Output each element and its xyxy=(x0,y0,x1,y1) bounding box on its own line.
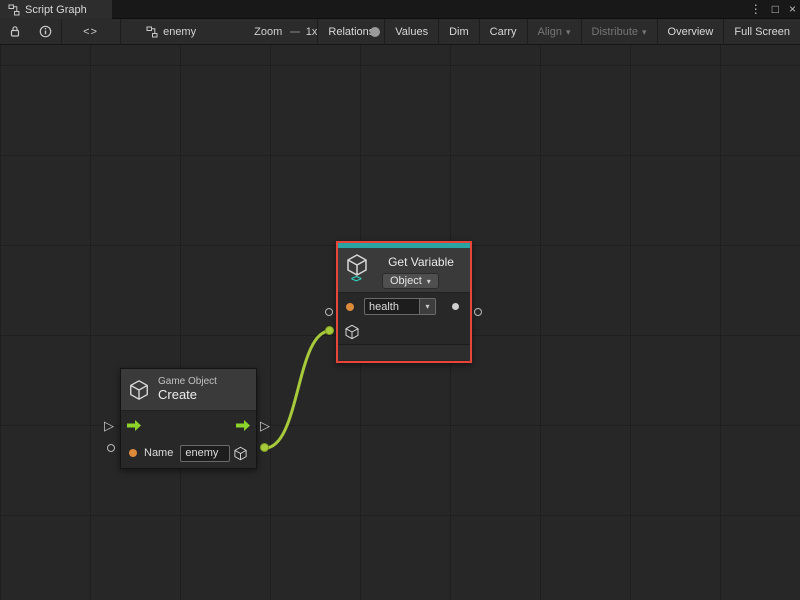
value-input-dot[interactable] xyxy=(129,449,137,457)
variable-name-row: ▾ xyxy=(338,293,470,320)
overview-button[interactable]: Overview xyxy=(657,19,724,45)
game-object-cube-icon xyxy=(128,379,150,401)
window-controls: ⋮ □ × xyxy=(750,0,796,19)
close-icon[interactable]: × xyxy=(789,0,796,19)
create-object-output-port[interactable] xyxy=(260,443,269,452)
carry-button[interactable]: Carry xyxy=(479,19,527,45)
value-input-dot[interactable] xyxy=(346,303,354,311)
info-button[interactable] xyxy=(30,19,61,45)
scope-label: Object xyxy=(390,275,422,287)
game-object-input-icon[interactable] xyxy=(344,324,360,340)
zoom-slider[interactable] xyxy=(290,19,300,45)
variable-name-input[interactable] xyxy=(364,298,420,315)
getvar-value-output-port[interactable] xyxy=(474,308,482,316)
flow-output-arrow-icon[interactable] xyxy=(236,420,250,431)
titlebar: Script Graph ⋮ □ × xyxy=(0,0,800,19)
node-title: Get Variable xyxy=(374,255,468,269)
toolbar-buttons: Relations Values Dim Carry Align▾ Distri… xyxy=(317,19,800,45)
create-node-header[interactable]: Game Object Create xyxy=(121,369,256,411)
maximize-icon[interactable]: □ xyxy=(772,0,779,19)
script-graph-icon xyxy=(8,4,20,16)
game-object-input-row xyxy=(338,320,470,344)
node-footer xyxy=(338,344,470,360)
getvar-object-input-port[interactable] xyxy=(325,326,334,335)
graph-asset-icon xyxy=(146,26,158,38)
dim-button[interactable]: Dim xyxy=(438,19,479,45)
node-get-variable[interactable]: <> Get Variable Object ▾ ▾ xyxy=(336,241,472,363)
variable-name-field-group: ▾ xyxy=(364,298,436,315)
node-title: Create xyxy=(158,388,217,403)
graph-name: enemy xyxy=(163,26,196,38)
code-view-button[interactable]: <> xyxy=(61,19,120,45)
create-name-input-port[interactable] xyxy=(107,444,115,452)
value-output-dot[interactable] xyxy=(452,303,459,310)
tab-title: Script Graph xyxy=(25,4,87,16)
create-name-row: Name xyxy=(121,439,256,467)
align-button: Align▾ xyxy=(527,19,581,45)
info-icon xyxy=(39,25,52,38)
variable-code-badge: <> xyxy=(351,274,361,285)
lock-icon xyxy=(9,25,21,38)
menu-icon[interactable]: ⋮ xyxy=(750,0,762,19)
variable-name-dropdown-button[interactable]: ▾ xyxy=(420,298,436,315)
create-node-titles: Game Object Create xyxy=(158,376,217,402)
chevron-down-icon: ▾ xyxy=(642,27,647,38)
create-flow-input-port[interactable]: ▷ xyxy=(104,419,114,432)
zoom-slider-handle[interactable] xyxy=(370,27,380,37)
zoom-value: 1x xyxy=(306,26,318,38)
variable-scope-dropdown[interactable]: Object ▾ xyxy=(382,273,439,289)
graph-toolbar: <> enemy Zoom 1x Relations Values Dim Ca… xyxy=(0,19,800,45)
name-param-label: Name xyxy=(144,447,173,459)
name-param-input[interactable] xyxy=(180,445,230,462)
tab-script-graph[interactable]: Script Graph xyxy=(0,0,112,19)
chevron-down-icon: ▾ xyxy=(427,277,431,286)
lock-button[interactable] xyxy=(0,19,30,45)
getvar-name-input-port[interactable] xyxy=(325,308,333,316)
zoom-slider-track xyxy=(290,31,300,33)
flow-input-arrow-icon[interactable] xyxy=(127,420,141,431)
chevron-down-icon: ▾ xyxy=(425,302,429,311)
chevron-down-icon: ▾ xyxy=(566,27,571,38)
zoom-label: Zoom xyxy=(254,26,282,38)
node-game-object-create[interactable]: Game Object Create Name xyxy=(120,368,257,469)
graph-breadcrumb[interactable]: enemy xyxy=(146,26,196,38)
distribute-button: Distribute▾ xyxy=(581,19,657,45)
game-object-output-icon[interactable] xyxy=(233,446,248,461)
create-flow-output-port[interactable]: ▷ xyxy=(260,419,270,432)
values-button[interactable]: Values xyxy=(384,19,438,45)
full-screen-button[interactable]: Full Screen xyxy=(723,19,800,45)
unity-visual-scripting-window: Script Graph ⋮ □ × <> enemy xyxy=(0,0,800,600)
get-variable-header[interactable]: <> Get Variable Object ▾ xyxy=(338,248,470,293)
graph-canvas[interactable]: Game Object Create Name <> xyxy=(0,45,800,600)
create-flow-row xyxy=(121,411,256,439)
